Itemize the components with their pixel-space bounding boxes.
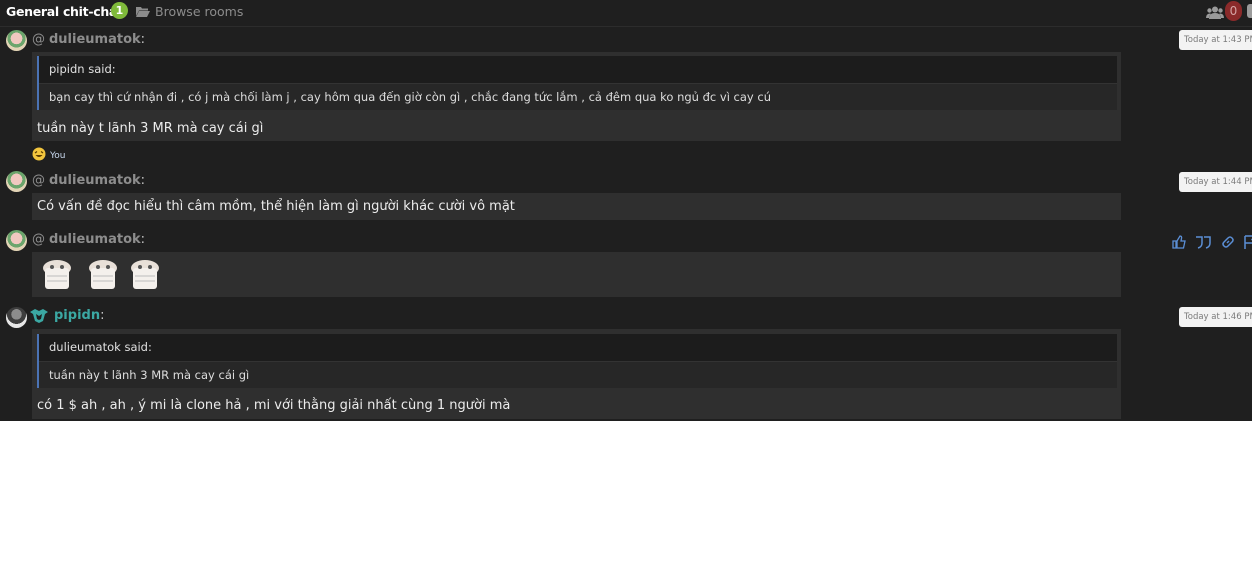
- sticker-icon[interactable]: [39, 258, 75, 291]
- message-text: có 1 $ ah , ah , ý mi là clone hả , mi v…: [37, 398, 511, 413]
- message-body: pipidn said: bạn cay thì cứ nhận đi , có…: [32, 52, 1121, 141]
- author-name[interactable]: dulieumatok: [49, 32, 141, 47]
- users-icon[interactable]: [1206, 4, 1224, 23]
- message-body: dulieumatok said: tuần này t lãnh 3 MR m…: [32, 329, 1121, 419]
- message-timestamp: Today at 1:44 PM: [1179, 172, 1252, 192]
- reaction-user: You: [50, 151, 66, 161]
- message-timestamp: Today at 1:46 PM: [1179, 307, 1252, 327]
- quote-author: dulieumatok said:: [39, 334, 1117, 361]
- message-author: @ dulieumatok:: [32, 173, 146, 188]
- quote-block: pipidn said: bạn cay thì cứ nhận đi , có…: [37, 56, 1117, 110]
- sticker-icon[interactable]: [127, 258, 163, 291]
- avatar[interactable]: [6, 230, 27, 251]
- message-body: Có vấn đề đọc hiểu thì câm mồm, thể hiện…: [32, 193, 1121, 220]
- shield-icon: [30, 308, 48, 323]
- online-count-badge[interactable]: 0: [1225, 1, 1242, 21]
- quote-text: bạn cay thì cứ nhận đi , có j mà chối là…: [39, 83, 1117, 110]
- room-title[interactable]: General chit-chat: [6, 4, 123, 19]
- message-author: @ dulieumatok:: [32, 232, 146, 247]
- mention-icon: @: [32, 32, 45, 47]
- more-menu-icon[interactable]: [1247, 4, 1252, 18]
- laughing-emoji-icon: [32, 147, 46, 161]
- sticker-icon[interactable]: [85, 258, 121, 291]
- reaction[interactable]: You: [32, 147, 66, 161]
- mention-icon: @: [32, 232, 45, 247]
- message-author: pipidn:: [30, 308, 104, 323]
- quote-block: dulieumatok said: tuần này t lãnh 3 MR m…: [37, 334, 1117, 388]
- quote-text: tuần này t lãnh 3 MR mà cay cái gì: [39, 361, 1117, 388]
- message-body: [32, 252, 1121, 297]
- room-header: General chit-chat 1 Browse rooms 0: [0, 0, 1252, 27]
- browse-rooms-link[interactable]: Browse rooms: [136, 4, 243, 19]
- quote-author: pipidn said:: [39, 56, 1117, 83]
- avatar[interactable]: [6, 171, 27, 192]
- author-name[interactable]: dulieumatok: [49, 173, 141, 188]
- link-icon[interactable]: [1221, 234, 1235, 253]
- thumbs-up-icon[interactable]: [1172, 234, 1186, 253]
- message-actions: [1172, 234, 1252, 253]
- message-text: Có vấn đề đọc hiểu thì câm mồm, thể hiện…: [37, 199, 515, 214]
- mention-icon: @: [32, 173, 45, 188]
- flag-icon[interactable]: [1244, 234, 1252, 253]
- message-author: @ dulieumatok:: [32, 32, 146, 47]
- message-timestamp: Today at 1:43 PM: [1179, 30, 1252, 50]
- chat-window: General chit-chat 1 Browse rooms 0 @ dul…: [0, 0, 1252, 421]
- folder-open-icon: [136, 7, 150, 17]
- message-text: tuần này t lãnh 3 MR mà cay cái gì: [37, 121, 264, 136]
- unread-badge: 1: [111, 2, 128, 19]
- quote-icon[interactable]: [1195, 234, 1212, 253]
- author-name[interactable]: dulieumatok: [49, 232, 141, 247]
- avatar[interactable]: [6, 307, 27, 328]
- avatar[interactable]: [6, 30, 27, 51]
- browse-rooms-label: Browse rooms: [155, 4, 244, 19]
- author-name[interactable]: pipidn: [54, 308, 100, 323]
